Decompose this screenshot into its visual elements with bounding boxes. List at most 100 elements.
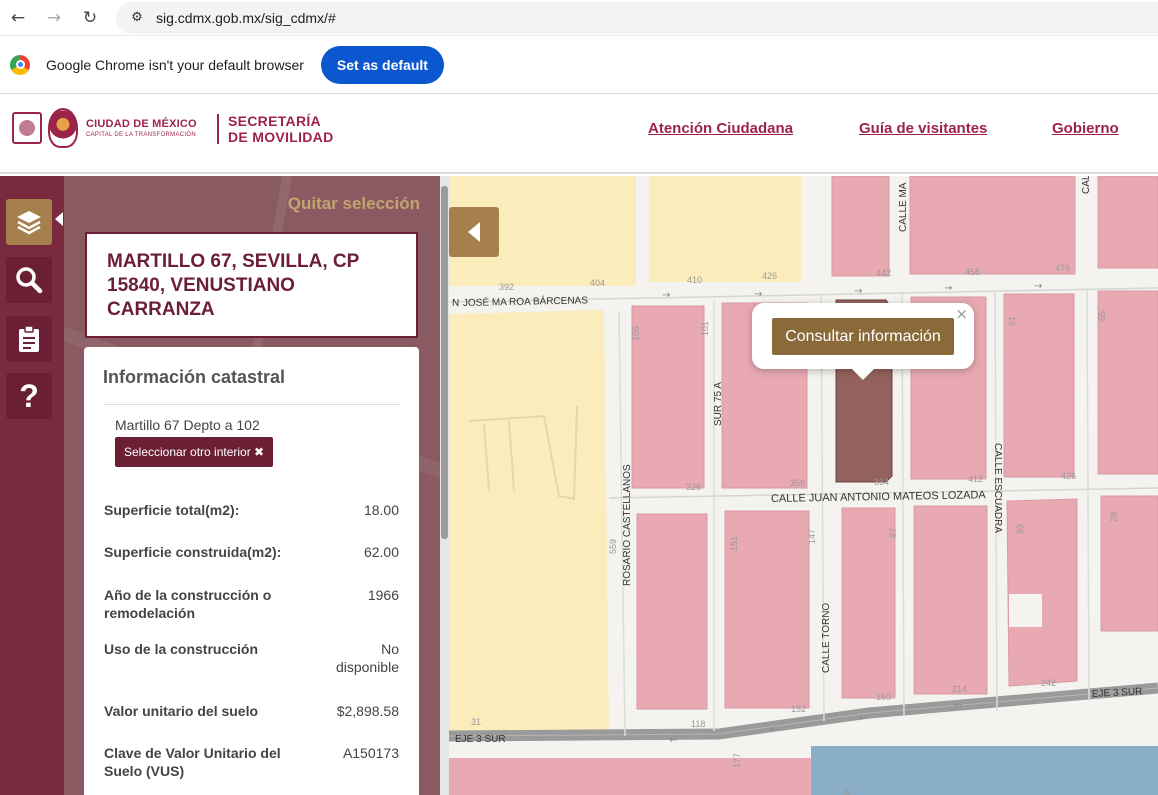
oneway-arrow-icon: ← xyxy=(954,700,962,711)
search-icon[interactable] xyxy=(6,257,52,303)
parcel-number: 410 xyxy=(687,275,702,285)
street-label-roa-barcenas: JOSÉ MA ROA BÁRCENAS xyxy=(463,293,589,309)
link-guia-visitantes[interactable]: Guía de visitantes xyxy=(859,120,987,137)
logo-subtitle: CAPITAL DE LA TRANSFORMACIÓN xyxy=(86,132,196,138)
oneway-arrow-icon: ← xyxy=(669,735,677,746)
set-as-default-button[interactable]: Set as default xyxy=(320,45,444,84)
parcel-number: 105 xyxy=(631,326,641,341)
address-bar[interactable]: ⚙ sig.cdmx.gob.mx/sig_cdmx/# xyxy=(116,1,1158,34)
select-other-interior-button[interactable]: Seleccionar otro interior ✖ xyxy=(115,437,274,467)
logo-divider xyxy=(217,114,219,144)
help-icon[interactable]: ? xyxy=(6,373,52,419)
parcel-number: 364 xyxy=(874,477,889,487)
link-gobierno[interactable]: Gobierno xyxy=(1052,120,1119,137)
parcel-number: 93 xyxy=(1015,524,1025,534)
parcel-number: 242 xyxy=(1041,678,1056,688)
chrome-logo-icon xyxy=(10,54,30,75)
cdmx-seal-icon xyxy=(12,112,42,144)
panel-scroll-thumb[interactable] xyxy=(441,186,448,539)
parcel-number: 476 xyxy=(1055,263,1070,273)
parcel-number: 404 xyxy=(590,278,605,288)
close-icon[interactable]: × xyxy=(955,305,968,323)
parcel-number: 214 xyxy=(952,684,967,694)
parcel-number: 456 xyxy=(965,267,980,277)
info-title: Información catastral xyxy=(103,367,400,405)
secretaria-line2: DE MOVILIDAD xyxy=(228,129,334,145)
map-block xyxy=(909,176,1076,275)
parcel-number: 101 xyxy=(700,321,710,336)
layers-icon[interactable] xyxy=(6,199,52,245)
url-text[interactable]: sig.cdmx.gob.mx/sig_cdmx/# xyxy=(156,10,336,26)
attr-label: Superficie total(m2): xyxy=(104,502,240,518)
address-card: MARTILLO 67, SEVILLA, CP 15840, VENUSTIA… xyxy=(85,232,418,338)
secretaria-logo[interactable]: SECRETARÍA DE MOVILIDAD xyxy=(228,113,334,145)
collapse-panel-button[interactable] xyxy=(449,207,499,257)
map-park-block xyxy=(449,310,609,736)
street-label-mateos-lozada: CALLE JUAN ANTONIO MATEOS LOZADA xyxy=(771,489,987,505)
info-panel: Quitar selección MARTILLO 67, SEVILLA, C… xyxy=(64,176,440,795)
oneway-arrow-icon: → xyxy=(662,290,670,301)
parcel-number: 31 xyxy=(471,717,481,727)
active-tool-caret-icon xyxy=(55,212,63,226)
street-label-calle-ma: CALLE MA xyxy=(898,182,909,232)
map-popup: × Consultar información xyxy=(752,303,974,380)
street-label-escuadra: CALLE ESCUADRA xyxy=(992,443,1003,533)
attr-value: 1966 xyxy=(367,587,399,603)
parcel-number: 426 xyxy=(1061,471,1076,481)
attr-label: Clave de Valor Unitario del Suelo (VUS) xyxy=(104,745,281,779)
parcel-number: 412 xyxy=(968,474,983,484)
attr-value: 18.00 xyxy=(363,502,399,518)
parcel-number: 151 xyxy=(729,536,739,551)
street-label-torno: CALLE TORNO xyxy=(821,603,832,673)
parcel-number: 442 xyxy=(876,268,891,278)
street-label-eje3-left: EJE 3 SUR xyxy=(455,734,506,745)
attr-value: $2,898.58 xyxy=(336,703,399,719)
infobar-text: Google Chrome isn't your default browser xyxy=(46,56,304,73)
parcel-number: 87 xyxy=(888,528,898,538)
map-block xyxy=(636,513,708,710)
map-park-block xyxy=(649,176,801,282)
attr-value: 62.00 xyxy=(363,544,399,560)
quitar-seleccion-link[interactable]: Quitar selección xyxy=(288,194,420,214)
map-block xyxy=(631,305,705,489)
forward-icon[interactable]: → xyxy=(36,0,72,36)
map-canvas[interactable]: N JOSÉ MA ROA BÁRCENAS CALLE JUAN ANTONI… xyxy=(449,176,1158,795)
chevron-left-icon xyxy=(468,222,480,242)
link-atencion-ciudadana[interactable]: Atención Ciudadana xyxy=(648,120,793,137)
street-label-cal: CAL xyxy=(1081,176,1092,194)
attr-label: Valor unitario del suelo xyxy=(104,703,259,719)
attr-value: A150173 xyxy=(342,745,399,761)
parcel-number: 152 xyxy=(791,704,806,714)
oneway-arrow-icon: ← xyxy=(859,713,867,724)
reload-icon[interactable]: ↻ xyxy=(72,0,108,36)
attr-value: No disponible xyxy=(335,641,399,675)
oneway-arrow-icon: → xyxy=(754,289,762,300)
street-label-roa-prefix: N xyxy=(452,298,459,309)
oneway-arrow-icon: → xyxy=(854,286,862,297)
parcel-number: 61 xyxy=(1007,316,1017,326)
map-water-block xyxy=(811,746,1158,795)
map-block xyxy=(1097,290,1158,475)
parcel-number: 177 xyxy=(732,753,742,768)
oneway-arrow-icon: → xyxy=(944,283,952,294)
browser-toolbar: ← → ↻ ⚙ sig.cdmx.gob.mx/sig_cdmx/# xyxy=(0,0,1158,36)
map-block xyxy=(913,505,988,695)
unit-label: Martillo 67 Depto a 102 xyxy=(115,417,260,433)
consultar-informacion-button[interactable]: Consultar información xyxy=(772,318,954,355)
map-block xyxy=(1097,176,1158,269)
site-settings-icon[interactable]: ⚙ xyxy=(126,7,148,29)
attr-label: Superficie construida(m2): xyxy=(104,544,282,560)
parcel-number: 559 xyxy=(608,539,618,554)
clipboard-icon[interactable] xyxy=(6,316,52,362)
attr-label: Año de la construcción o remodelación xyxy=(104,587,272,621)
cadastral-info-card: Información catastral Martillo 67 Depto … xyxy=(84,347,419,795)
logo-title: CIUDAD DE MÉXICO xyxy=(86,118,197,130)
parcel-number: 147 xyxy=(807,529,817,544)
site-header: CIUDAD DE MÉXICO CAPITAL DE LA TRANSFORM… xyxy=(0,94,1158,174)
tool-strip: ? xyxy=(0,176,64,795)
parcel-number: 65 xyxy=(1097,311,1107,321)
parcel-number: 358 xyxy=(790,478,805,488)
default-browser-infobar: Google Chrome isn't your default browser… xyxy=(0,36,1158,94)
back-icon[interactable]: ← xyxy=(0,0,36,36)
parcel-number: 426 xyxy=(762,271,777,281)
